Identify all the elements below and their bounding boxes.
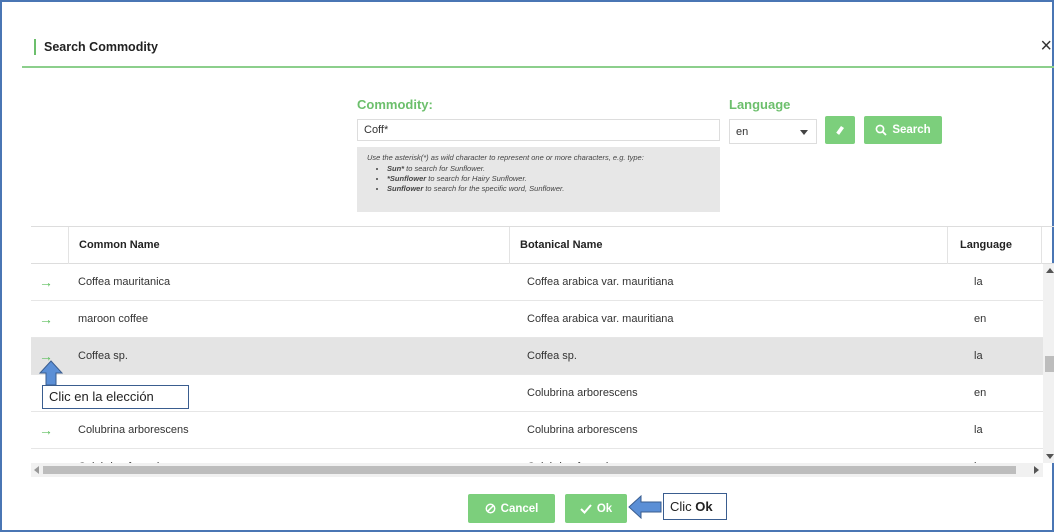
dialog-title: Search Commodity [34,39,158,55]
cell-language: la [974,424,983,436]
results-grid: Common Name Botanical Name Language → Co… [31,226,1054,479]
language-label: Language [729,97,791,112]
table-row[interactable]: → maroon coffee Coffea arabica var. maur… [31,301,1043,338]
cell-botanical-name: Coffea arabica var. mauritiana [527,313,674,325]
cell-botanical-name: Colubrina arborescens [527,387,638,399]
grid-header: Common Name Botanical Name Language [31,226,1054,264]
chevron-down-icon [800,130,808,135]
search-icon [875,124,887,136]
scroll-up-icon[interactable] [1046,268,1054,273]
arrow-right-icon[interactable]: → [39,449,59,463]
ok-button[interactable]: Ok [565,494,627,523]
cell-common-name: Colubrina arborescens [78,424,189,436]
horizontal-scroll-thumb[interactable] [43,466,1016,474]
cell-language: en [974,313,987,325]
close-icon[interactable]: × [1040,35,1052,57]
table-row-selected[interactable]: → Coffea sp. Coffea sp. la [31,338,1043,375]
hint-intro: Use the asterisk(*) as wild character to… [367,153,644,162]
annotation-choice-note: Clic en la elección [42,385,189,409]
language-select[interactable]: en [729,119,817,144]
cell-botanical-name: Colubrina arborescens [527,424,638,436]
annotation-arrow-left-icon [628,495,662,519]
hint-list: Sun* to search for Sunflower. *Sunflower… [387,164,710,194]
arrow-right-icon[interactable]: → [39,264,59,301]
hint-item: *Sunflower to search for Hairy Sunflower… [387,174,710,184]
cell-language: la [974,276,983,288]
search-hint: Use the asterisk(*) as wild character to… [357,147,720,212]
scroll-left-icon[interactable] [34,466,39,474]
table-row[interactable]: → Colubrina arborescens Colubrina arbore… [31,412,1043,449]
commodity-label: Commodity: [357,97,433,112]
cell-botanical-name: Colubrina ferruginosa [527,449,632,463]
cancel-button[interactable]: Cancel [468,494,555,523]
table-row[interactable]: → Colubrina ferruginosa Colubrina ferrug… [31,449,1043,463]
hint-item: Sunflower to search for the specific wor… [387,184,710,194]
column-header-botanical-name[interactable]: Botanical Name [509,227,947,264]
cell-language: la [974,350,983,362]
scroll-right-icon[interactable] [1034,466,1039,474]
arrow-right-icon[interactable]: → [39,301,59,338]
ok-button-label: Ok [596,502,613,515]
cell-common-name: maroon coffee [78,313,149,325]
vertical-scroll-thumb[interactable] [1045,356,1054,372]
check-icon [580,504,592,514]
search-button[interactable]: Search [864,116,942,144]
cell-common-name: Colubrina ferruginosa [78,449,183,463]
scroll-down-icon[interactable] [1046,454,1054,459]
scroll-column-header [1041,227,1054,264]
annotation-arrow-up-icon [39,360,63,386]
cell-common-name: Coffea mauritanica [78,276,171,288]
eraser-icon [835,126,844,136]
hint-item: Sun* to search for Sunflower. [387,164,710,174]
cell-botanical-name: Coffea arabica var. mauritiana [527,276,674,288]
arrow-right-icon[interactable]: → [39,412,59,449]
grid-rows: → Coffea mauritanica Coffea arabica var.… [31,264,1043,463]
annotation-ok-note: Clic Ok [663,493,727,520]
dialog-frame: Search Commodity × Commodity: Language e… [0,0,1054,532]
language-value: en [736,126,749,138]
ban-icon [485,503,496,514]
vertical-scrollbar[interactable] [1043,264,1054,463]
horizontal-scrollbar[interactable] [31,463,1043,477]
cancel-button-label: Cancel [500,502,539,515]
search-button-label: Search [892,124,931,136]
arrow-column-header [31,227,68,264]
clear-button[interactable] [825,116,855,144]
cell-language: la [974,449,983,463]
column-header-common-name[interactable]: Common Name [68,227,509,264]
dialog-header: Search Commodity × [22,30,1054,68]
cell-botanical-name: Coffea sp. [527,350,577,362]
table-row[interactable]: → Coffea mauritanica Coffea arabica var.… [31,264,1043,301]
column-header-language[interactable]: Language [947,227,1041,264]
commodity-input[interactable] [357,119,720,141]
cell-language: en [974,387,987,399]
cell-common-name: Coffea sp. [78,350,128,362]
